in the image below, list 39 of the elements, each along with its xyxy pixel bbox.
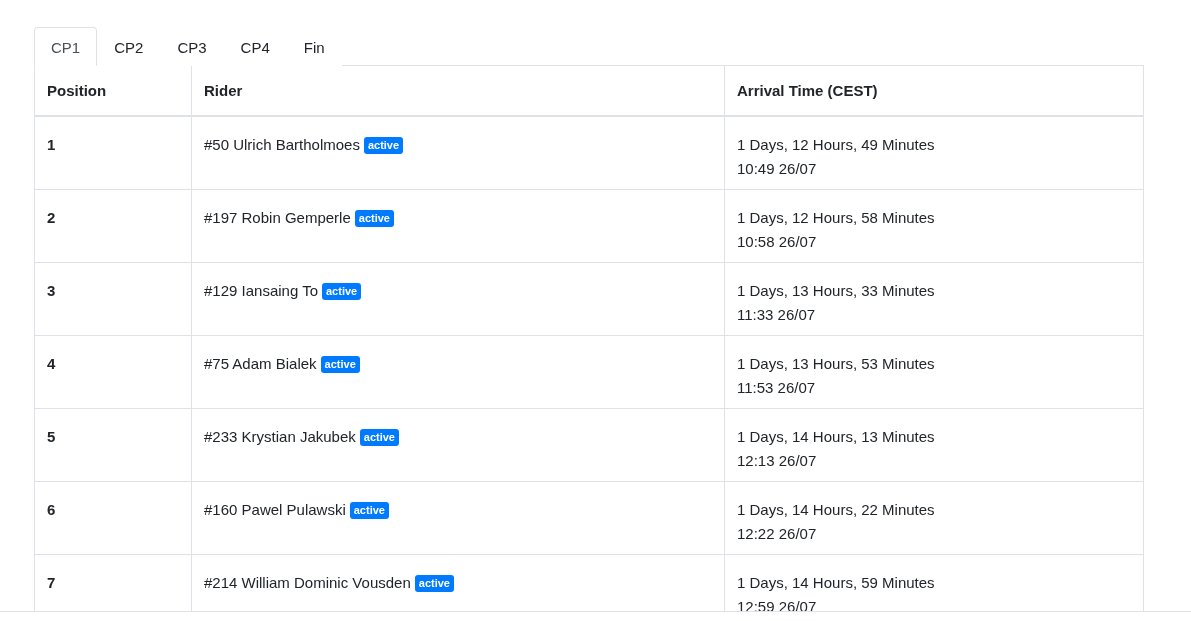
status-badge: active (359, 428, 399, 446)
position-text: 4 (47, 354, 56, 372)
arrival-time: 12:59 26/07 (737, 597, 817, 611)
status-badge: active (354, 209, 394, 227)
rider-name: #75 Adam Bialek (204, 354, 317, 372)
arrival-duration: 1 Days, 13 Hours, 53 Minutes (737, 354, 935, 372)
column-header: Position (34, 66, 192, 116)
arrival-duration: 1 Days, 12 Hours, 58 Minutes (737, 208, 935, 226)
arrival-time: 12:22 26/07 (737, 524, 817, 542)
rider-name: #160 Pawel Pulawski (204, 500, 346, 518)
status-badge: active (363, 137, 404, 154)
position-text: 7 (47, 573, 56, 591)
arrival-time: 10:49 26/07 (737, 160, 817, 177)
column-header: Arrival Time (CEST) (724, 66, 1144, 116)
arrival-time: 11:53 26/07 (737, 378, 816, 396)
rider-name: #214 William Dominic Vousden (204, 573, 411, 591)
tab[interactable]: CP1 (34, 27, 98, 66)
rider-name: #50 Ulrich Bartholmoes (204, 136, 360, 153)
column-header: Rider (191, 66, 725, 116)
rider-name: #233 Krystian Jakubek (204, 427, 356, 445)
arrival-time: 12:13 26/07 (737, 451, 817, 469)
rider-name: #129 Iansaing To (204, 281, 318, 299)
status-badge: active (322, 282, 362, 300)
arrival-duration: 1 Days, 14 Hours, 22 Minutes (737, 500, 935, 518)
arrival-time: 11:33 26/07 (737, 305, 816, 323)
position-text: 2 (47, 208, 56, 226)
arrival-time: 10:58 26/07 (737, 232, 817, 250)
arrival-duration: 1 Days, 13 Hours, 33 Minutes (737, 281, 935, 299)
arrival-duration: 1 Days, 14 Hours, 13 Minutes (737, 427, 935, 445)
position-text: 3 (47, 281, 56, 299)
position-text: 5 (47, 427, 56, 445)
rider-name: #197 Robin Gemperle (204, 208, 351, 226)
arrival-duration: 1 Days, 12 Hours, 49 Minutes (737, 136, 935, 153)
status-badge: active (349, 501, 389, 519)
position-text: 6 (47, 500, 56, 518)
arrival-duration: 1 Days, 14 Hours, 59 Minutes (737, 573, 935, 591)
status-badge: active (320, 355, 360, 373)
position-text: 1 (47, 136, 56, 153)
status-badge: active (414, 574, 454, 592)
